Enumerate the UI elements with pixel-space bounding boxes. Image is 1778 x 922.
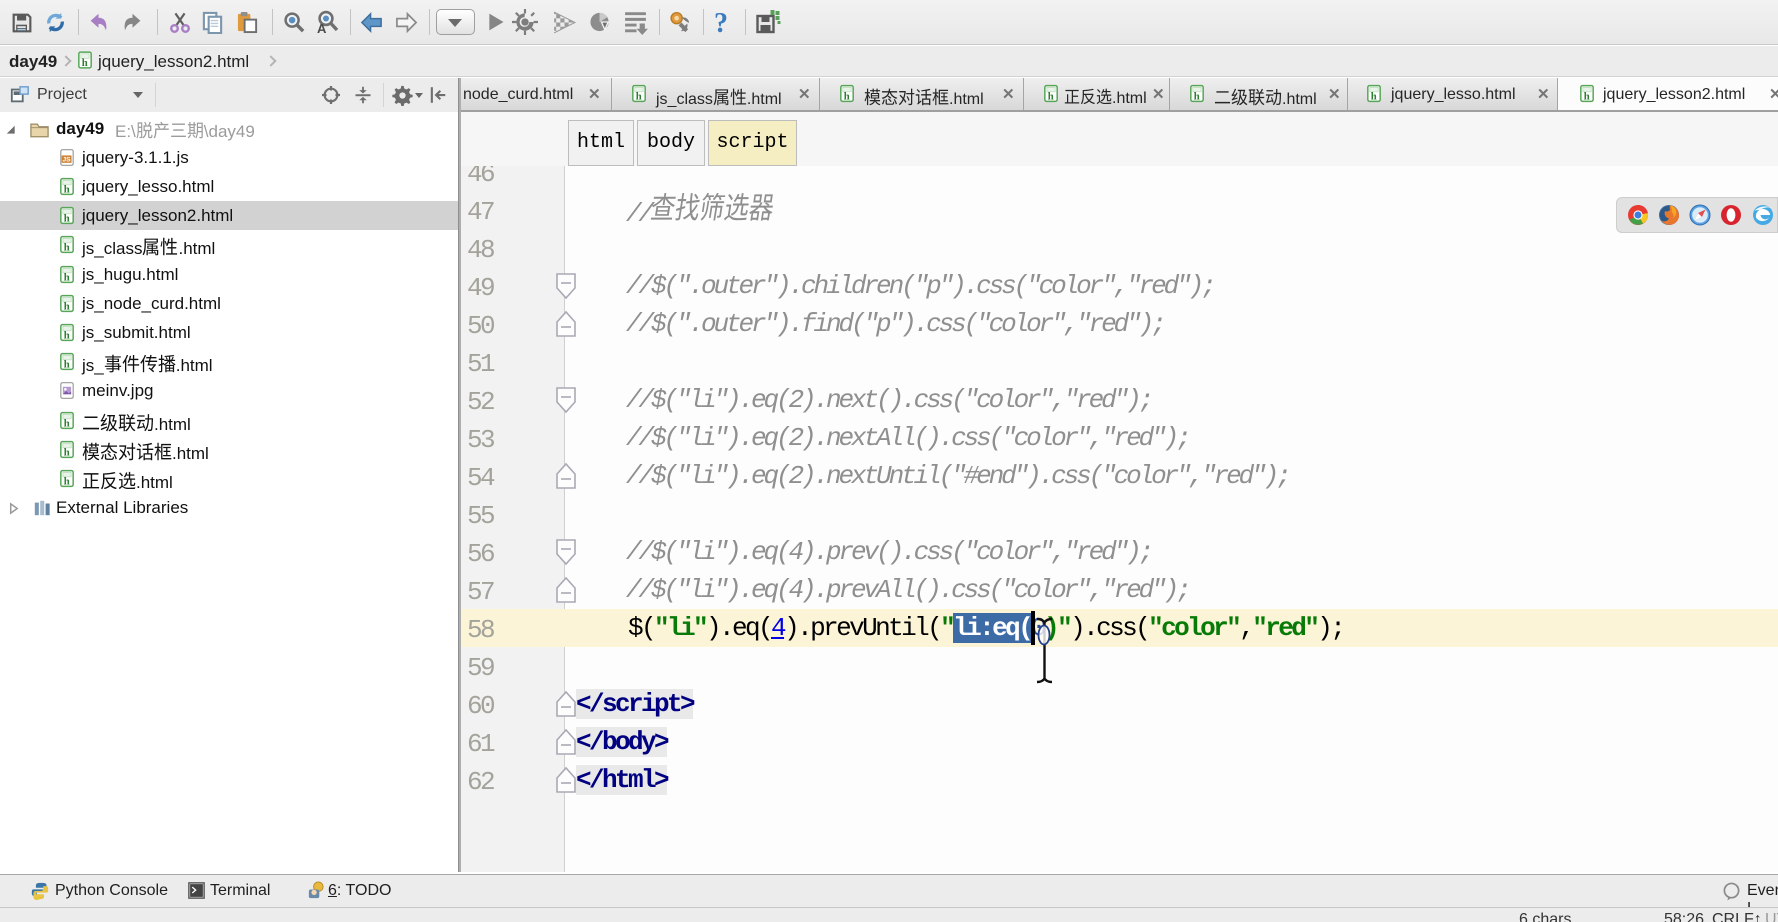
svg-text:h: h bbox=[64, 446, 70, 458]
svg-text:h: h bbox=[64, 417, 70, 429]
svg-text:h: h bbox=[64, 271, 70, 283]
svg-text:h: h bbox=[64, 183, 70, 195]
svg-text:h: h bbox=[1048, 90, 1054, 102]
svg-text:JS: JS bbox=[62, 156, 71, 163]
svg-text:h: h bbox=[64, 329, 70, 341]
svg-text:h: h bbox=[1584, 90, 1590, 102]
svg-text:h: h bbox=[636, 90, 642, 102]
svg-text:h: h bbox=[64, 475, 70, 487]
svg-text:A: A bbox=[317, 21, 327, 34]
svg-text:h: h bbox=[844, 90, 850, 102]
svg-text:h: h bbox=[64, 300, 70, 312]
svg-text:h: h bbox=[64, 242, 70, 254]
svg-text:h: h bbox=[64, 358, 70, 370]
svg-text:h: h bbox=[1194, 90, 1200, 102]
svg-text:h: h bbox=[64, 212, 70, 224]
svg-text:h: h bbox=[1371, 90, 1377, 102]
svg-text:h: h bbox=[82, 57, 88, 69]
